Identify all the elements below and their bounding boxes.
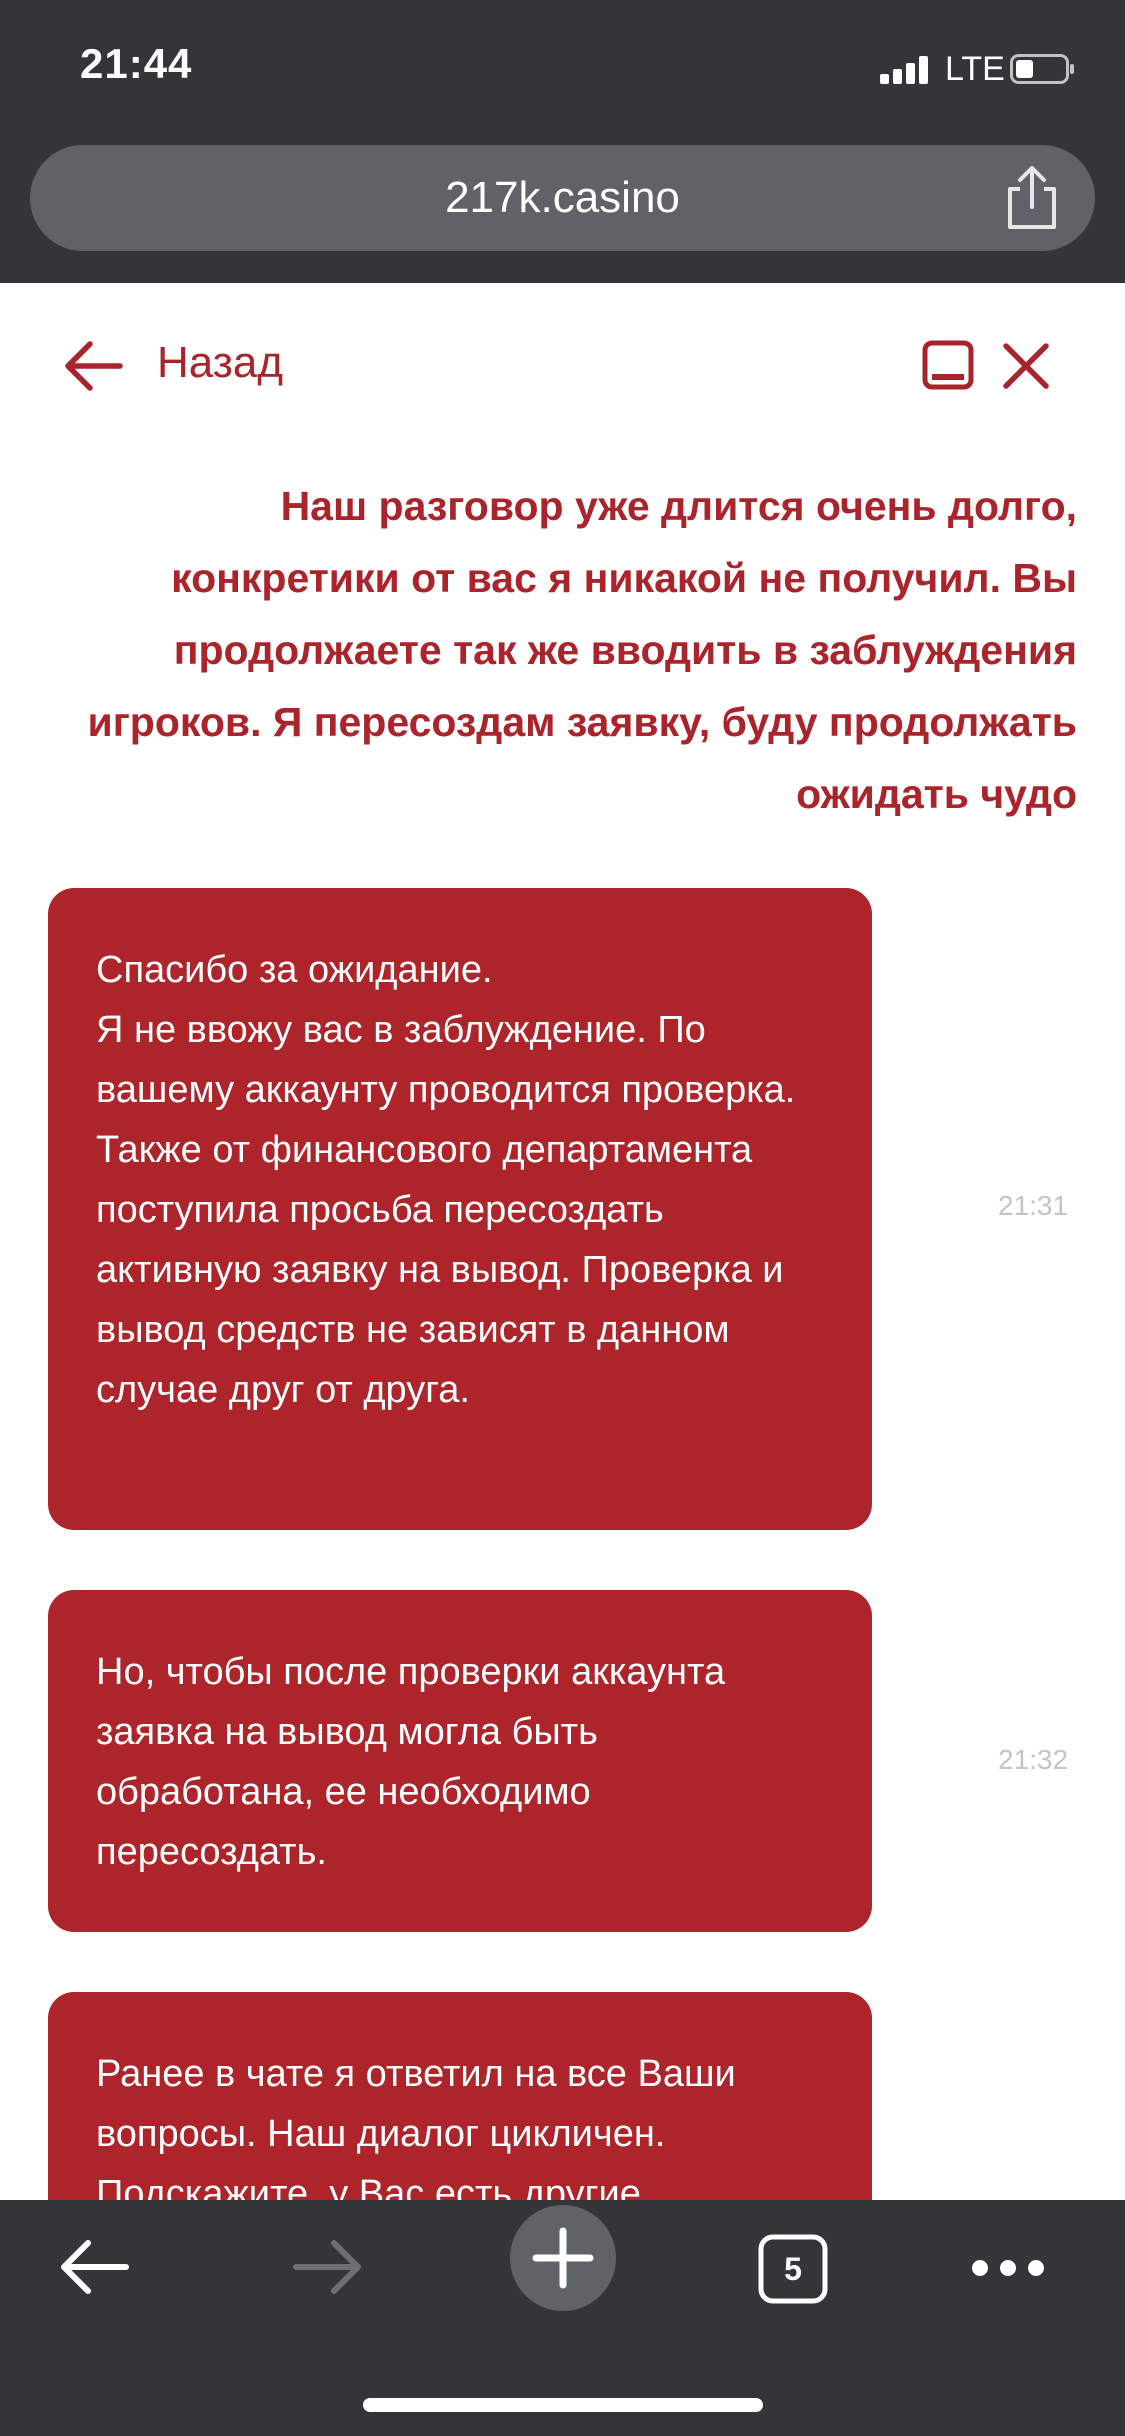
message-timestamp: 21:31 [998, 1190, 1069, 1221]
tabs-count[interactable]: 5 [761, 2237, 825, 2301]
signal-icon [880, 56, 940, 84]
message-timestamp: 21:32 [998, 1744, 1069, 1775]
plus-icon[interactable] [508, 2203, 618, 2313]
arrow-left-icon[interactable] [62, 336, 124, 396]
nav-forward-icon[interactable] [292, 2238, 364, 2296]
agent-message-bubble: Спасибо за ожидание. Я не ввожу вас в за… [48, 888, 872, 1530]
agent-message-text: Спасибо за ожидание. Я не ввожу вас в за… [96, 949, 796, 1411]
browser-header: 21:44 LTE 217k.casino [0, 0, 1125, 283]
url-text[interactable]: 217k.casino [30, 145, 1095, 251]
status-time: 21:44 [80, 40, 193, 87]
close-icon[interactable] [1000, 340, 1052, 392]
network-label: LTE [945, 50, 1005, 88]
agent-message-bubble: Но, чтобы после проверки аккаунта заявка… [48, 1590, 872, 1932]
share-icon[interactable] [1000, 163, 1064, 233]
address-bar[interactable]: 217k.casino [30, 145, 1095, 251]
battery-icon [1010, 54, 1074, 84]
home-indicator[interactable] [363, 2398, 763, 2412]
more-icon[interactable] [970, 2256, 1046, 2280]
minimize-icon[interactable] [922, 340, 974, 390]
agent-message-text: Ранее в чате я ответил на все Ваши вопро… [96, 2053, 736, 2215]
nav-back-icon[interactable] [58, 2238, 130, 2296]
user-message: Наш разговор уже длится очень долго, кон… [87, 483, 1078, 817]
agent-message-text: Но, чтобы после проверки аккаунта заявка… [96, 1651, 726, 1873]
back-button[interactable]: Назад [157, 338, 283, 388]
